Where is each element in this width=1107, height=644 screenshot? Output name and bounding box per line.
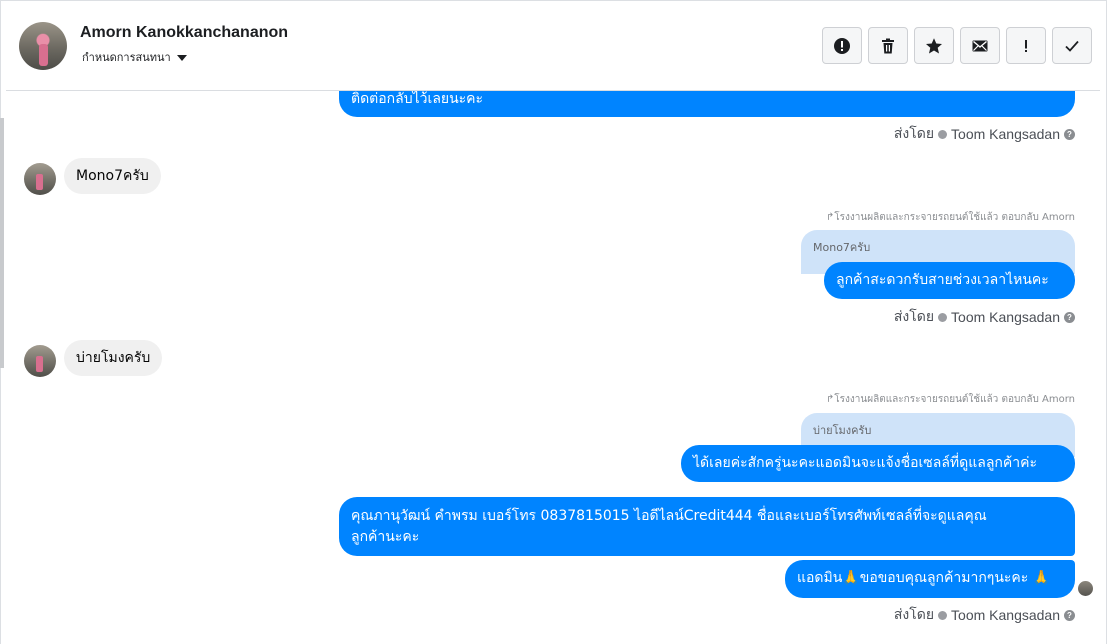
verified-icon	[938, 129, 948, 139]
avatar[interactable]	[19, 22, 67, 70]
read-receipt-avatar	[1078, 581, 1093, 596]
incoming-message[interactable]: บ่ายโมงครับ	[64, 340, 163, 376]
toolbar	[822, 27, 1092, 64]
star-icon	[926, 37, 942, 53]
incoming-message[interactable]: Mono7ครับ	[64, 158, 161, 194]
conversation-settings-label: กำหนดการสนทนา	[82, 51, 171, 64]
message-text: ลูกค้าสะดวกรับสายช่วงเวลาไหนคะ	[836, 272, 1049, 288]
exclamation-icon	[1025, 39, 1027, 52]
message-text: ได้เลยค่ะสักครู่นะคะแอดมินจะแจ้งชื่อเซลล…	[693, 455, 1038, 471]
reply-meta: ↱โรงงานผลิตและกระจายรถยนต์ใช้แล้ว ตอบกลั…	[825, 212, 1075, 223]
message-text: ติดต่อกลับไว้เลยนะคะ	[351, 91, 484, 107]
mark-spam-button[interactable]	[822, 27, 862, 64]
scrollbar[interactable]	[0, 118, 4, 368]
help-icon[interactable]: ?	[1064, 609, 1075, 621]
sender-name[interactable]: Toom Kangsadan	[951, 607, 1060, 623]
outgoing-message[interactable]: ได้เลยค่ะสักครู่นะคะแอดมินจะแจ้งชื่อเซลล…	[681, 445, 1075, 482]
message-text: แอดมิน🙏ขอขอบคุณลูกค้ามากๆนะคะ 🙏	[797, 570, 1051, 586]
caret-down-icon	[176, 55, 187, 61]
avatar[interactable]	[24, 163, 56, 195]
sent-by-label: ส่งโดย Toom Kangsadan ?	[894, 306, 1075, 328]
mark-unread-button[interactable]	[960, 27, 1000, 64]
sent-by-label: ส่งโดย Toom Kangsadan ?	[894, 604, 1075, 626]
outgoing-message[interactable]: คุณภานุวัฒน์ คำพรม เบอร์โทร 0837815015 ไ…	[339, 497, 1075, 556]
message-text-line: คุณภานุวัฒน์ คำพรม เบอร์โทร 0837815015 ไ…	[351, 508, 987, 524]
sender-name[interactable]: Toom Kangsadan	[951, 309, 1060, 325]
outgoing-message[interactable]: แอดมิน🙏ขอขอบคุณลูกค้ามากๆนะคะ 🙏	[785, 560, 1075, 598]
check-icon	[1065, 40, 1079, 52]
verified-icon	[938, 610, 948, 620]
mail-icon	[972, 40, 988, 51]
outgoing-message[interactable]: ลูกค้าสะดวกรับสายช่วงเวลาไหนคะ	[824, 262, 1075, 299]
message-text-line: ลูกค้านะคะ	[351, 529, 420, 545]
alert-circle-icon	[834, 37, 850, 54]
conversation-header: Amorn Kanokkanchananon กำหนดการสนทนา	[6, 1, 1100, 91]
star-button[interactable]	[914, 27, 954, 64]
verified-icon	[938, 312, 948, 322]
conversation-settings-dropdown[interactable]: กำหนดการสนทนา	[82, 48, 187, 66]
contact-name[interactable]: Amorn Kanokkanchananon	[80, 24, 288, 42]
delete-button[interactable]	[868, 27, 908, 64]
help-icon[interactable]: ?	[1064, 311, 1075, 323]
help-icon[interactable]: ?	[1064, 128, 1075, 140]
sender-name[interactable]: Toom Kangsadan	[951, 126, 1060, 142]
avatar[interactable]	[24, 345, 56, 377]
mark-done-button[interactable]	[1052, 27, 1092, 64]
important-button[interactable]	[1006, 27, 1046, 64]
sent-by-label: ส่งโดย Toom Kangsadan ?	[894, 123, 1075, 145]
trash-icon	[882, 38, 894, 53]
reply-meta: ↱โรงงานผลิตและกระจายรถยนต์ใช้แล้ว ตอบกลั…	[825, 394, 1075, 405]
